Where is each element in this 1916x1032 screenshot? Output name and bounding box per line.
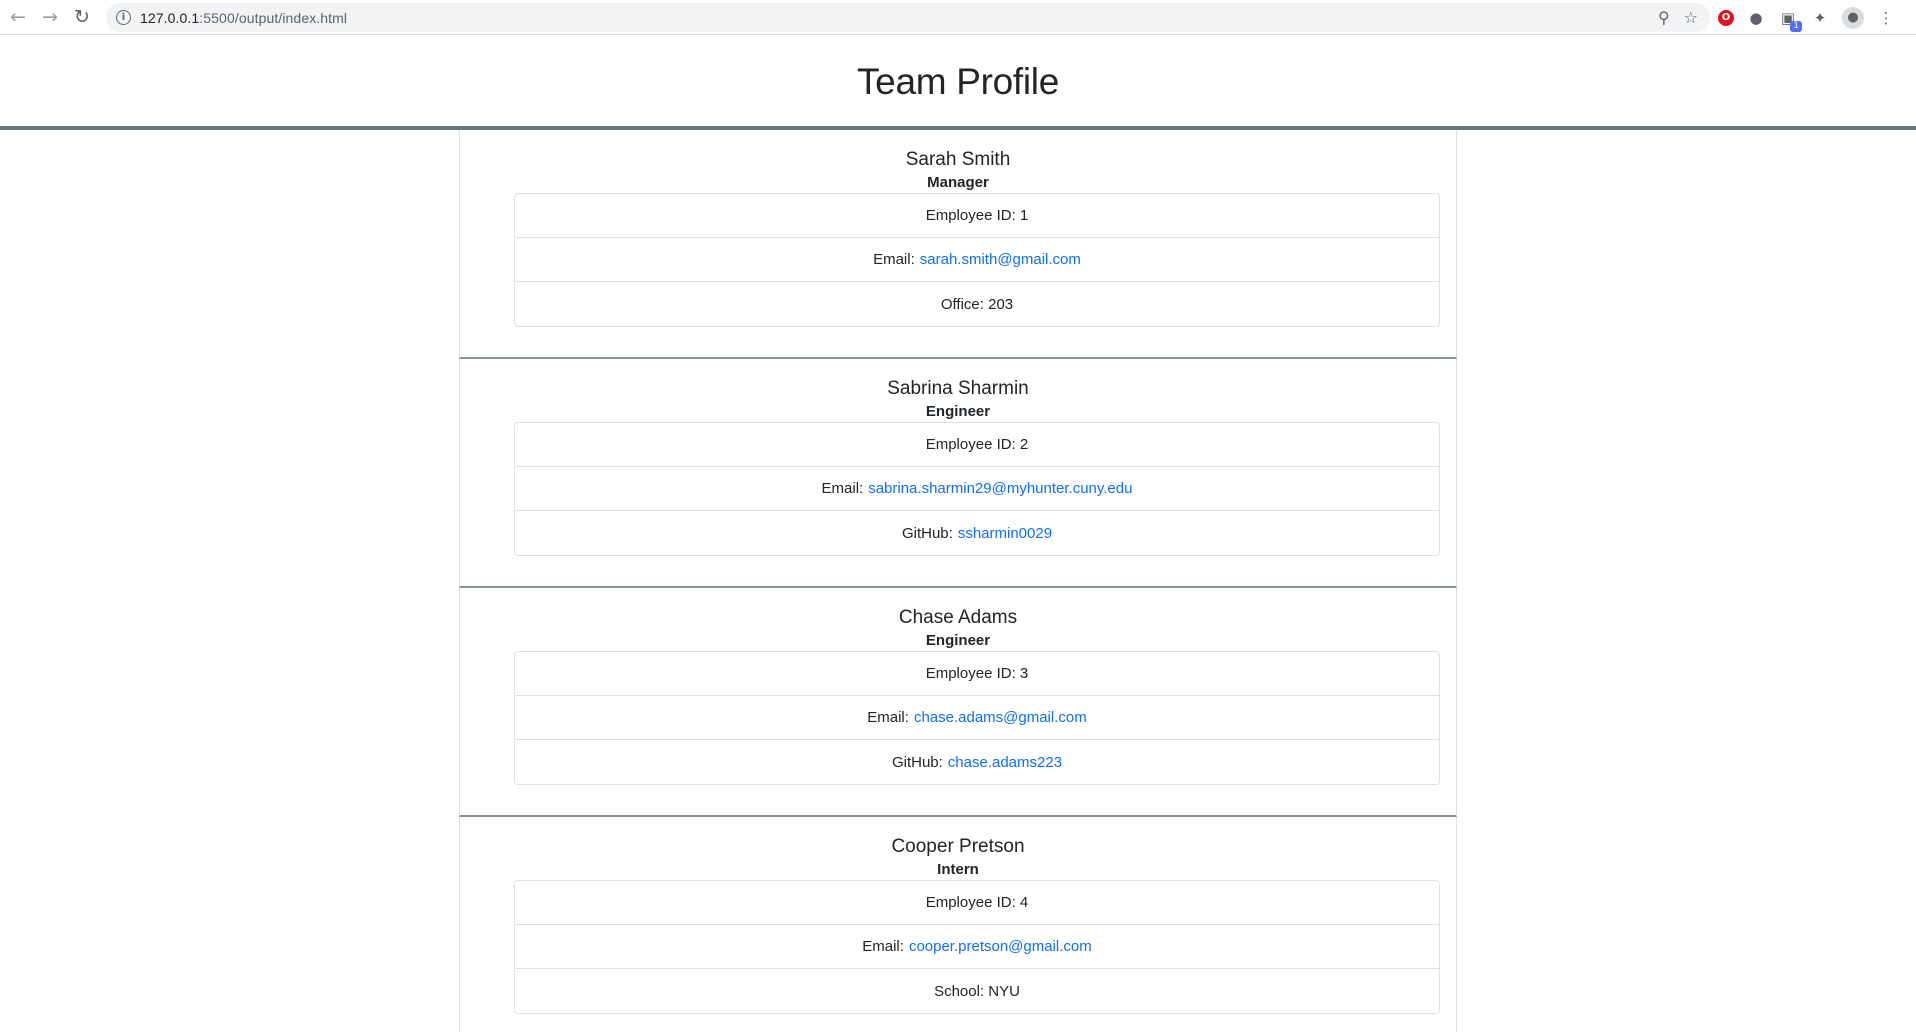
employee-details: Employee ID: 4 Email: cooper.pretson@gmai… xyxy=(514,880,1440,1014)
employee-details: Employee ID: 2 Email: sabrina.sharmin29@m… xyxy=(514,422,1440,556)
employee-email-row: Email: cooper.pretson@gmail.com xyxy=(515,925,1439,969)
employee-email-row: Email: chase.adams@gmail.com xyxy=(515,696,1439,740)
employee-name: Chase Adams xyxy=(898,607,1018,628)
extension-badge: 1 xyxy=(1790,20,1802,32)
email-label: Email: xyxy=(821,480,864,497)
reload-button[interactable]: ↻ xyxy=(66,1,98,33)
site-info-icon[interactable]: i xyxy=(116,10,131,25)
email-label: Email: xyxy=(873,251,915,268)
employee-id: Employee ID: 4 xyxy=(515,881,1439,925)
team-list: Sarah Smith Manager Employee ID: 1 Email… xyxy=(459,130,1457,1032)
puzzle-extensions-icon[interactable]: ✦ xyxy=(1810,8,1830,28)
back-button[interactable]: ← xyxy=(2,1,34,33)
office-number: Office: 203 xyxy=(515,282,1439,326)
employee-id-text: Employee ID: 1 xyxy=(925,207,1029,224)
employee-id-text: Employee ID: 4 xyxy=(925,894,1029,911)
forward-button[interactable]: → xyxy=(34,1,66,33)
github-row: GitHub: ssharmin0029 xyxy=(515,511,1439,555)
employee-details: Employee ID: 3 Email: chase.adams@gmail.c… xyxy=(514,651,1440,785)
browser-toolbar: ← → ↻ i 127.0.0.1:5500/output/index.html… xyxy=(0,0,1916,35)
office-text: Office: 203 xyxy=(940,295,1014,313)
zoom-icon[interactable]: ⚲ xyxy=(1658,8,1670,27)
school-text: School: NYU xyxy=(934,982,1020,1000)
employee-card: Cooper Pretson Intern Employee ID: 4 Ema… xyxy=(459,817,1457,1032)
github-link[interactable]: ssharmin0029 xyxy=(958,525,1052,542)
github-label: GitHub: xyxy=(901,524,953,542)
employee-role: Intern xyxy=(937,861,979,878)
extension-icon[interactable]: ● xyxy=(1746,8,1766,28)
email-link[interactable]: sarah.smith@gmail.com xyxy=(920,251,1081,268)
employee-id: Employee ID: 1 xyxy=(515,194,1439,238)
page-content: Team Profile Sarah Smith Manager Employe… xyxy=(0,36,1916,1032)
github-link[interactable]: chase.adams223 xyxy=(948,754,1062,771)
email-label: Email: xyxy=(867,709,909,726)
employee-card: Sarah Smith Manager Employee ID: 1 Email… xyxy=(459,130,1457,359)
email-link[interactable]: sabrina.sharmin29@myhunter.cuny.edu xyxy=(868,480,1132,497)
page-header: Team Profile xyxy=(0,36,1916,130)
employee-card: Chase Adams Engineer Employee ID: 3 Emai… xyxy=(459,588,1457,817)
employee-email-row: Email: sabrina.sharmin29@myhunter.cuny.ed… xyxy=(515,467,1439,511)
employee-name: Sabrina Sharmin xyxy=(887,378,1029,399)
employee-name: Sarah Smith xyxy=(905,149,1011,170)
employee-role: Manager xyxy=(927,174,989,191)
employee-details: Employee ID: 1 Email: sarah.smith@gmail.c… xyxy=(514,193,1440,327)
github-label: GitHub: xyxy=(891,753,943,771)
employee-id: Employee ID: 2 xyxy=(515,423,1439,467)
menu-kebab-icon[interactable]: ⋮ xyxy=(1876,8,1896,28)
employee-id-text: Employee ID: 2 xyxy=(925,436,1029,453)
url-text[interactable]: 127.0.0.1:5500/output/index.html xyxy=(140,10,347,26)
url-host: 127.0.0.1 xyxy=(140,9,200,26)
bookmark-star-icon[interactable]: ☆ xyxy=(1684,8,1698,27)
email-link[interactable]: chase.adams@gmail.com xyxy=(914,709,1087,726)
email-link[interactable]: cooper.pretson@gmail.com xyxy=(909,938,1092,955)
email-label: Email: xyxy=(862,938,904,955)
employee-id-text: Employee ID: 3 xyxy=(925,665,1029,682)
badged-extension-icon[interactable]: ▣ 1 xyxy=(1778,8,1802,32)
employee-email-row: Email: sarah.smith@gmail.com xyxy=(515,238,1439,282)
address-bar[interactable]: i 127.0.0.1:5500/output/index.html ⚲ ☆ xyxy=(106,3,1710,32)
opera-extension-icon[interactable]: O xyxy=(1718,9,1734,26)
school-row: School: NYU xyxy=(515,969,1439,1013)
page-title: Team Profile xyxy=(856,61,1060,102)
employee-name: Cooper Pretson xyxy=(891,836,1025,857)
employee-role: Engineer xyxy=(925,632,991,649)
employee-card: Sabrina Sharmin Engineer Employee ID: 2 … xyxy=(459,359,1457,588)
employee-id: Employee ID: 3 xyxy=(515,652,1439,696)
github-row: GitHub: chase.adams223 xyxy=(515,740,1439,784)
url-path: :5500/output/index.html xyxy=(199,9,348,26)
profile-avatar-icon[interactable]: ● xyxy=(1842,6,1864,29)
employee-role: Engineer xyxy=(925,403,991,420)
